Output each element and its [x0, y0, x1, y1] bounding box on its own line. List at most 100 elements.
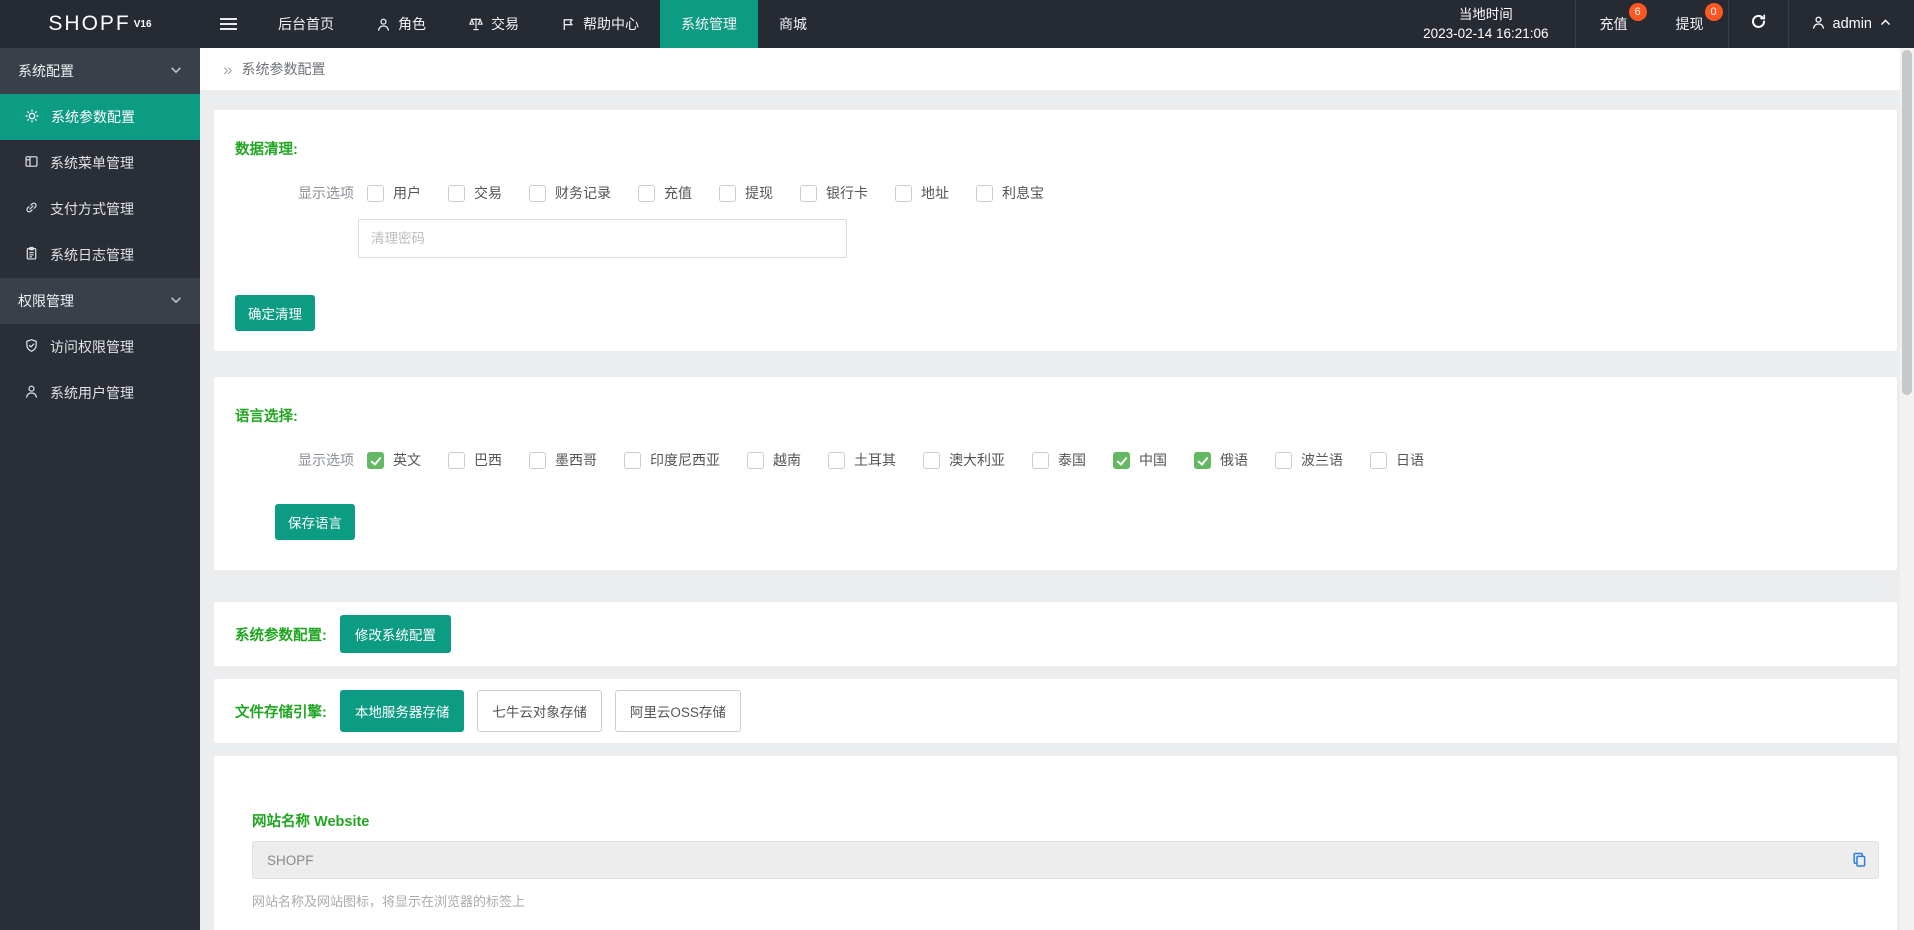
refresh-button[interactable] — [1729, 0, 1788, 48]
nav-home[interactable]: 后台首页 — [257, 0, 355, 48]
withdraw-button[interactable]: 提现 0 — [1652, 0, 1728, 48]
checkbox-lang-turkey[interactable]: 土耳其 — [828, 450, 896, 470]
checkbox-option-withdraw[interactable]: 提现 — [719, 183, 773, 203]
storage-local-button[interactable]: 本地服务器存储 — [339, 690, 465, 732]
checkbox[interactable] — [638, 184, 655, 202]
nav-system[interactable]: 系统管理 — [660, 0, 758, 48]
sidebar-item-user-mgmt[interactable]: 系统用户管理 — [0, 370, 200, 416]
hamburger-icon[interactable] — [200, 0, 257, 48]
checkbox-option-address[interactable]: 地址 — [895, 183, 949, 203]
nav-roles-label: 角色 — [398, 16, 426, 32]
checkbox[interactable] — [1032, 451, 1049, 469]
checkbox[interactable] — [719, 184, 736, 202]
storage-title: 文件存储引擎: — [235, 704, 327, 721]
shield-check-icon — [24, 338, 39, 356]
checkbox-lang-china[interactable]: 中国 — [1113, 450, 1167, 470]
breadcrumb-label: 系统参数配置 — [241, 61, 326, 77]
checkbox-lang-japanese[interactable]: 日语 — [1370, 450, 1424, 470]
checkbox-option-bankcard[interactable]: 银行卡 — [800, 183, 868, 203]
user-menu[interactable]: admin — [1789, 0, 1914, 48]
checkbox-checked[interactable] — [1194, 451, 1211, 469]
nav-trade[interactable]: 交易 — [447, 0, 540, 48]
topbar-right: 当地时间 2023-02-14 16:21:06 充值 6 提现 0 admin — [1397, 0, 1914, 48]
checkbox-lang-english[interactable]: 英文 — [367, 450, 421, 470]
checkbox[interactable] — [800, 184, 817, 202]
checkbox-lang-indonesia[interactable]: 印度尼西亚 — [624, 450, 720, 470]
checkbox-checked[interactable] — [1113, 451, 1130, 469]
checkbox-option-users[interactable]: 用户 — [367, 183, 421, 203]
local-time-value: 2023-02-14 16:21:06 — [1423, 26, 1549, 41]
logo-version: V16 — [133, 18, 152, 30]
data-clean-options-row: 显示选项 用户 交易 财务记录 充值 提现 银行卡 地址 利息宝 — [298, 183, 1877, 203]
options-row-label: 显示选项 — [298, 185, 354, 201]
checkbox-option-recharge[interactable]: 充值 — [638, 183, 692, 203]
sidebar: 系统配置 系统参数配置 系统菜单管理 支付方式管理 系统日志管理 权限管理 访问… — [0, 48, 200, 930]
checkbox[interactable] — [976, 184, 993, 202]
storage-qiniu-button[interactable]: 七牛云对象存储 — [477, 690, 602, 732]
chevron-up-icon — [1879, 16, 1892, 33]
website-name-input[interactable] — [252, 841, 1879, 879]
checkbox-lang-australia[interactable]: 澳大利亚 — [923, 450, 1005, 470]
top-nav: 后台首页 角色 交易 帮助中心 系统管理 商城 — [257, 0, 828, 48]
copy-icon[interactable] — [1851, 852, 1868, 869]
nav-system-label: 系统管理 — [681, 16, 737, 32]
withdraw-badge: 0 — [1704, 3, 1723, 21]
logo-text: SHOPF — [48, 12, 131, 35]
checkbox[interactable] — [448, 184, 465, 202]
checkbox[interactable] — [367, 184, 384, 202]
checkbox[interactable] — [529, 184, 546, 202]
save-language-button[interactable]: 保存语言 — [275, 504, 355, 540]
storage-alioss-button[interactable]: 阿里云OSS存储 — [614, 690, 741, 732]
checkbox-lang-mexico[interactable]: 墨西哥 — [529, 450, 597, 470]
sidebar-section-system-config[interactable]: 系统配置 — [0, 48, 200, 94]
nav-roles[interactable]: 角色 — [355, 0, 447, 48]
checkbox-lang-russian[interactable]: 俄语 — [1194, 450, 1248, 470]
checkbox[interactable] — [895, 184, 912, 202]
checkbox-lang-polish[interactable]: 波兰语 — [1275, 450, 1343, 470]
checkbox-option-finance[interactable]: 财务记录 — [529, 183, 611, 203]
person-icon — [376, 17, 391, 32]
breadcrumb: » 系统参数配置 — [200, 48, 1914, 90]
sidebar-section-permission[interactable]: 权限管理 — [0, 278, 200, 324]
link-icon — [24, 200, 39, 218]
clean-password-input[interactable] — [358, 219, 847, 258]
checkbox-option-trade[interactable]: 交易 — [448, 183, 502, 203]
checkbox[interactable] — [923, 451, 940, 469]
vertical-scrollbar[interactable] — [1900, 48, 1914, 930]
checkbox[interactable] — [747, 451, 764, 469]
checkbox-option-interest[interactable]: 利息宝 — [976, 183, 1044, 203]
checkbox-lang-brazil[interactable]: 巴西 — [448, 450, 502, 470]
sidebar-section-label: 系统配置 — [18, 63, 74, 79]
sidebar-item-system-params[interactable]: 系统参数配置 — [0, 94, 200, 140]
checkbox[interactable] — [1370, 451, 1387, 469]
card-sysparam: 系统参数配置: 修改系统配置 — [214, 602, 1897, 666]
sidebar-section-label: 权限管理 — [18, 293, 74, 309]
sidebar-item-payment-mgmt[interactable]: 支付方式管理 — [0, 186, 200, 232]
nav-mall[interactable]: 商城 — [758, 0, 828, 48]
sidebar-item-label: 支付方式管理 — [50, 201, 134, 217]
checkbox[interactable] — [624, 451, 641, 469]
modify-system-config-button[interactable]: 修改系统配置 — [339, 615, 451, 653]
scrollbar-thumb[interactable] — [1902, 50, 1912, 395]
sidebar-item-access-perm[interactable]: 访问权限管理 — [0, 324, 200, 370]
sysparam-title: 系统参数配置: — [235, 627, 327, 644]
checkbox-lang-vietnam[interactable]: 越南 — [747, 450, 801, 470]
layout-menu-icon — [24, 154, 39, 172]
breadcrumb-chevrons-icon: » — [223, 59, 233, 79]
sidebar-item-log-mgmt[interactable]: 系统日志管理 — [0, 232, 200, 278]
nav-help[interactable]: 帮助中心 — [540, 0, 660, 48]
confirm-clean-button[interactable]: 确定清理 — [235, 295, 315, 331]
website-name-label: 网站名称 Website — [252, 814, 370, 830]
recharge-button[interactable]: 充值 6 — [1576, 0, 1652, 48]
sidebar-item-label: 系统菜单管理 — [50, 155, 134, 171]
checkbox[interactable] — [448, 451, 465, 469]
clipboard-icon — [24, 246, 39, 264]
website-name-field-1: 网站名称 Website 网站名称及网站图标，将显示在浏览器的标签上 — [252, 810, 1879, 910]
checkbox[interactable] — [828, 451, 845, 469]
checkbox[interactable] — [1275, 451, 1292, 469]
checkbox[interactable] — [529, 451, 546, 469]
checkbox-lang-thailand[interactable]: 泰国 — [1032, 450, 1086, 470]
sidebar-item-menu-mgmt[interactable]: 系统菜单管理 — [0, 140, 200, 186]
checkbox-checked[interactable] — [367, 451, 384, 469]
content-scroll-area[interactable]: 数据清理: 显示选项 用户 交易 财务记录 充值 提现 银行卡 地址 利息宝 确… — [200, 90, 1914, 930]
